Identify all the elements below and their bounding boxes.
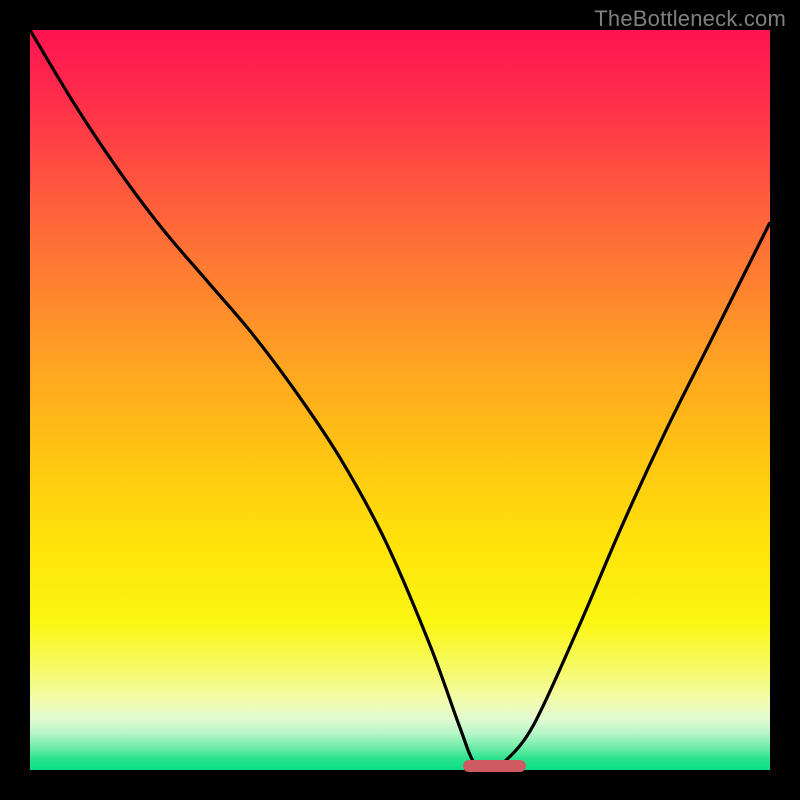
watermark-text: TheBottleneck.com: [594, 6, 786, 32]
bottleneck-curve: [30, 30, 770, 770]
optimal-range-marker: [463, 760, 526, 772]
plot-area: [30, 30, 770, 770]
curve-path: [30, 30, 770, 770]
chart-frame: TheBottleneck.com: [0, 0, 800, 800]
